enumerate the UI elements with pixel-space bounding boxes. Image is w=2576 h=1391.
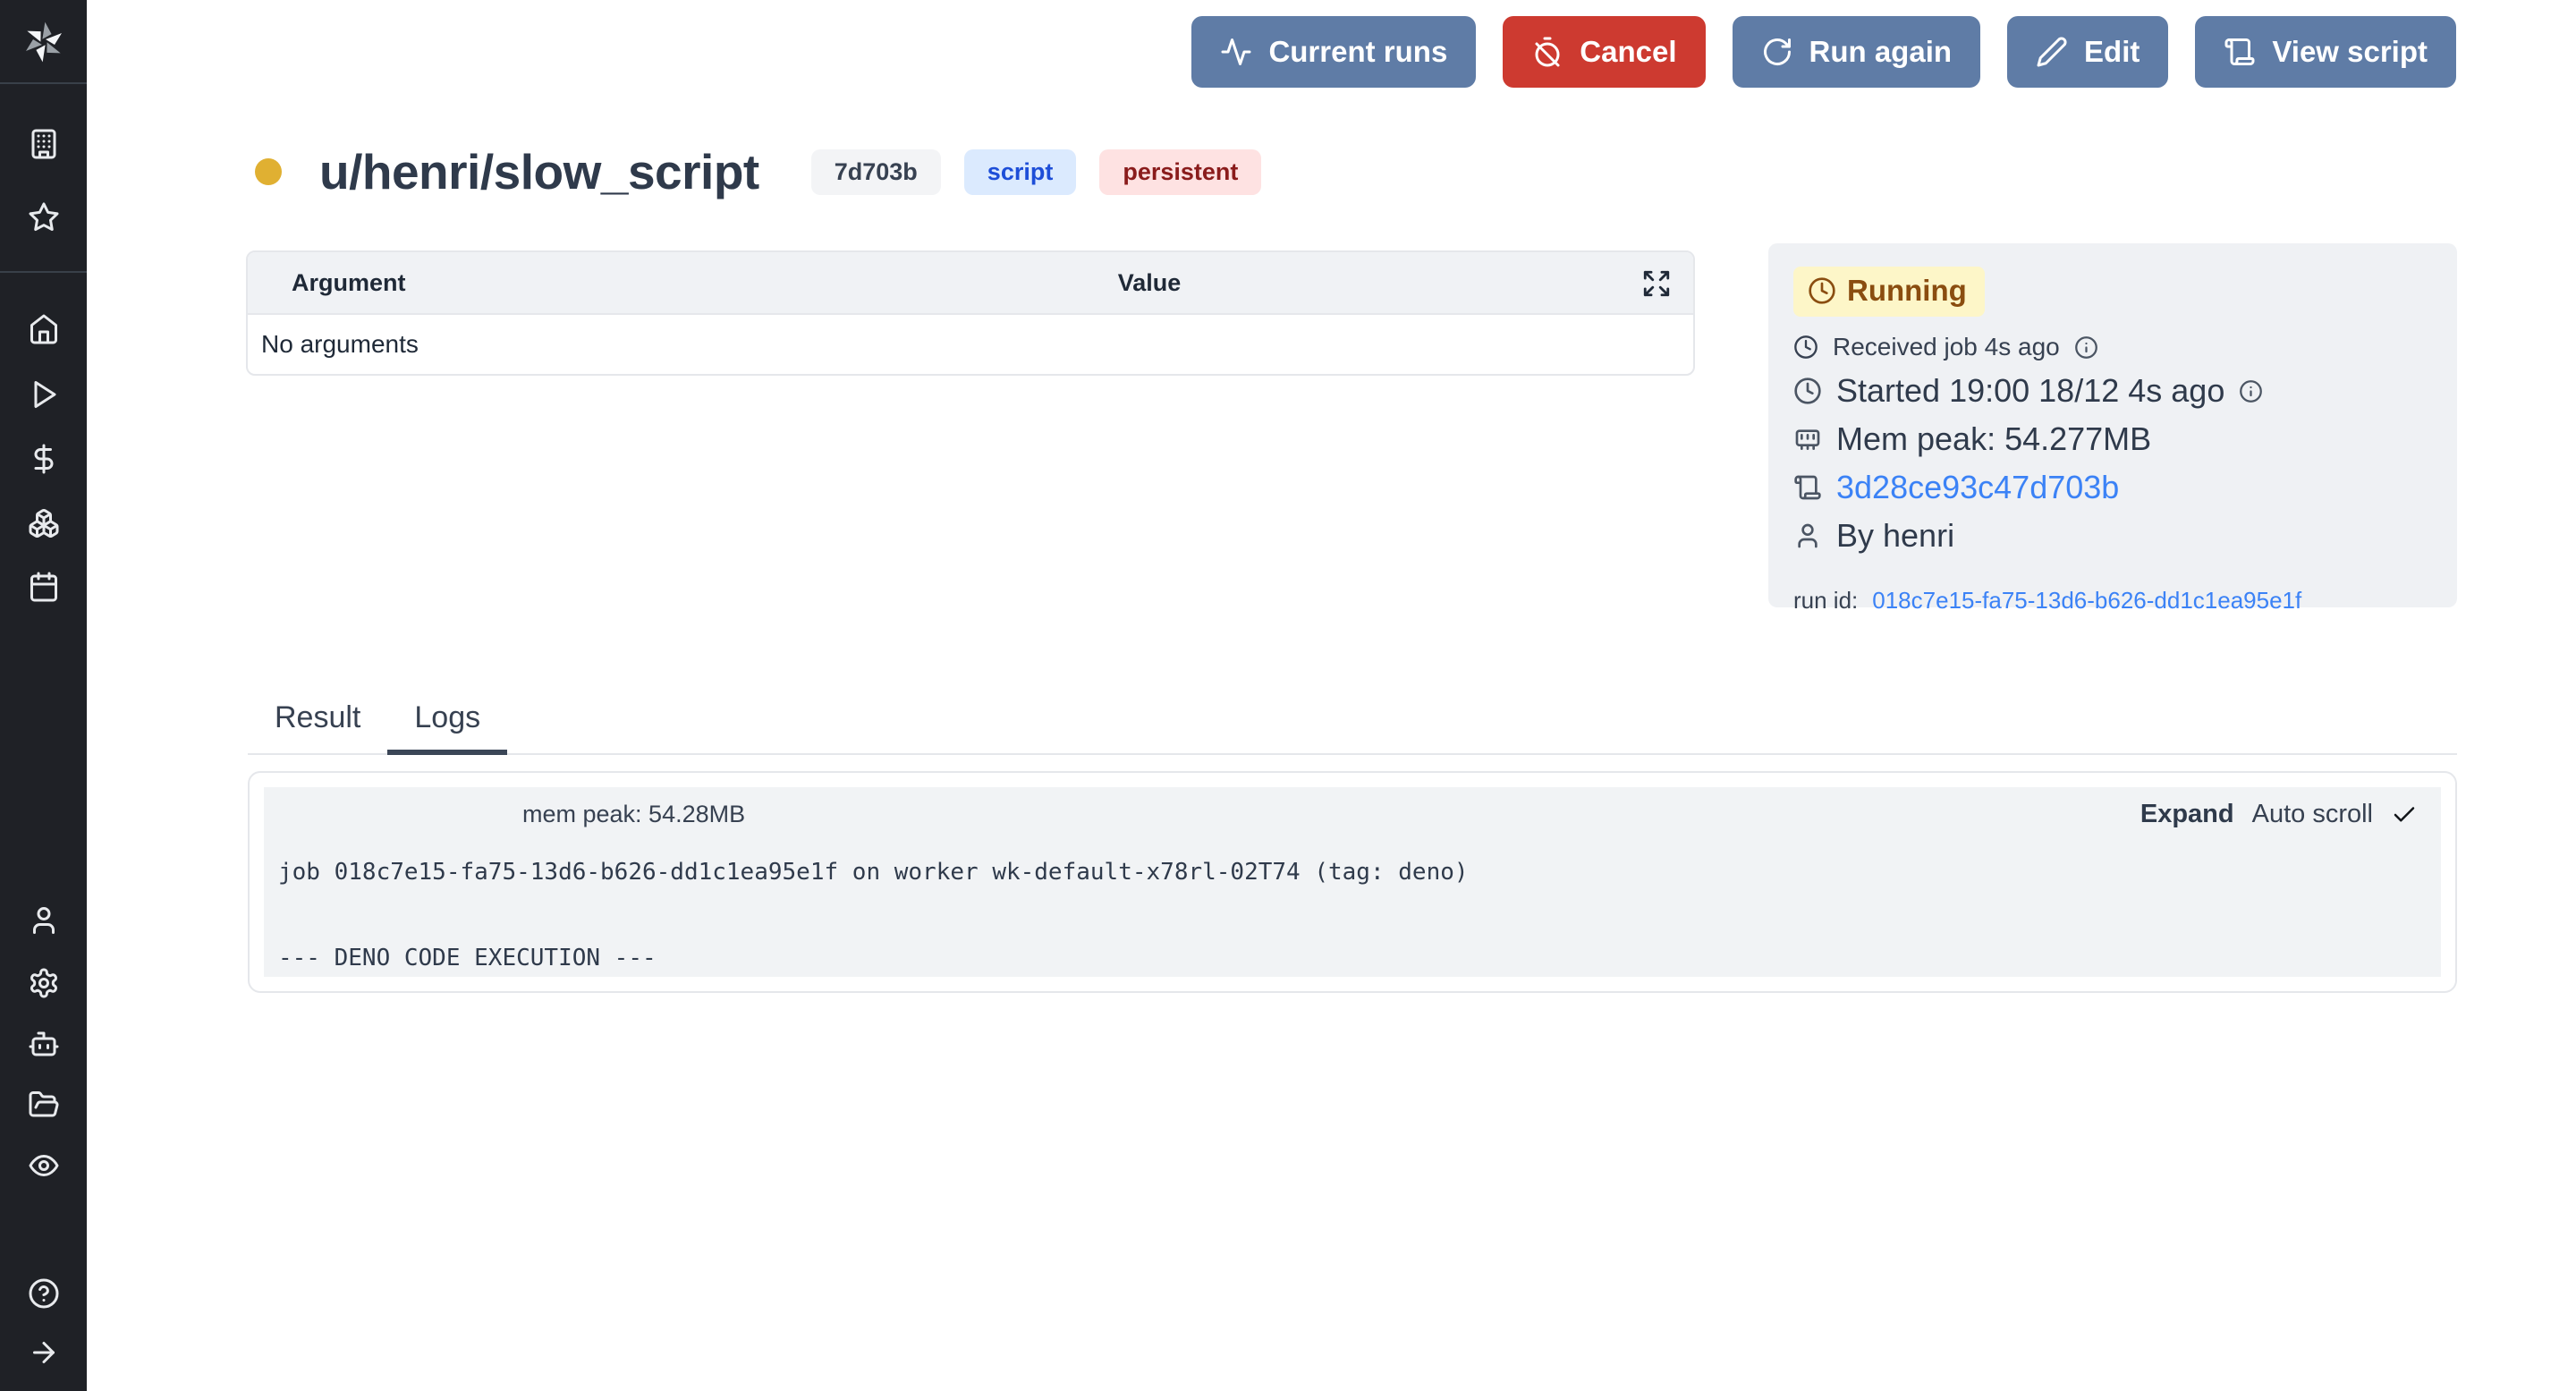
cancel-button[interactable]: Cancel — [1503, 16, 1705, 88]
check-icon[interactable] — [2391, 802, 2418, 828]
author-text: By henri — [1836, 517, 1954, 555]
scroll-icon — [1793, 473, 1822, 502]
run-id-row: run id: 018c7e15-fa75-13d6-b626-dd1c1ea9… — [1793, 587, 2432, 615]
running-status-label: Running — [1847, 274, 1967, 308]
hash-badge: 7d703b — [811, 149, 941, 195]
sidebar — [0, 0, 87, 1391]
arguments-table-header: Argument Value — [248, 252, 1693, 315]
settings-gear-icon[interactable] — [28, 967, 60, 999]
page-title: u/henri/slow_script — [319, 143, 759, 200]
arguments-table: Argument Value No arguments — [246, 250, 1695, 376]
audit-eye-icon[interactable] — [28, 1149, 60, 1182]
logs-autoscroll-label[interactable]: Auto scroll — [2252, 800, 2373, 829]
kind-badge: script — [964, 149, 1077, 195]
favorites-star-icon[interactable] — [28, 201, 60, 233]
view-script-label: View script — [2272, 35, 2428, 69]
run-again-button[interactable]: Run again — [1733, 16, 1981, 88]
run-id-link[interactable]: 018c7e15-fa75-13d6-b626-dd1c1ea95e1f — [1872, 587, 2301, 615]
author-row: By henri — [1793, 517, 2432, 555]
job-title-row: u/henri/slow_script 7d703b script persis… — [255, 143, 1261, 200]
script-hash-link[interactable]: 3d28ce93c47d703b — [1836, 469, 2119, 506]
home-icon[interactable] — [28, 313, 60, 345]
argument-column-header: Argument — [248, 269, 406, 297]
edit-button[interactable]: Edit — [2007, 16, 2168, 88]
workspace-building-icon[interactable] — [28, 128, 60, 160]
user-icon — [1793, 522, 1822, 550]
result-logs-tabs: Result Logs — [248, 693, 2457, 755]
windmill-logo-icon[interactable] — [22, 20, 65, 63]
users-icon[interactable] — [28, 904, 60, 937]
folders-icon[interactable] — [28, 1089, 60, 1121]
pen-icon — [2036, 36, 2068, 68]
mem-peak-text: Mem peak: 54.277MB — [1836, 420, 2151, 458]
cancel-label: Cancel — [1580, 35, 1676, 69]
received-text: Received job 4s ago — [1833, 333, 2060, 361]
timer-off-icon — [1531, 36, 1563, 68]
logs-panel: mem peak: 54.28MB Expand Auto scroll job… — [248, 771, 2457, 993]
refresh-icon — [1761, 36, 1793, 68]
runs-play-icon[interactable] — [28, 378, 60, 411]
tab-logs[interactable]: Logs — [387, 693, 507, 755]
memory-icon — [1793, 425, 1822, 454]
log-output: job 018c7e15-fa75-13d6-b626-dd1c1ea95e1f… — [278, 851, 2441, 977]
script-hash-row: 3d28ce93c47d703b — [1793, 469, 2432, 506]
resources-boxes-icon[interactable] — [28, 507, 60, 539]
clock-icon — [1808, 276, 1836, 305]
scroll-icon — [2224, 36, 2256, 68]
activity-icon — [1220, 36, 1252, 68]
expand-table-button[interactable] — [1641, 267, 1674, 300]
value-column-header: Value — [1118, 269, 1182, 297]
current-runs-button[interactable]: Current runs — [1191, 16, 1476, 88]
run-id-label: run id: — [1793, 587, 1858, 615]
info-icon[interactable] — [2239, 379, 2263, 403]
workers-bot-icon[interactable] — [28, 1028, 60, 1060]
logs-controls: Expand Auto scroll — [2140, 800, 2418, 829]
clock-icon — [1793, 377, 1822, 405]
info-icon[interactable] — [2074, 335, 2098, 360]
started-text: Started 19:00 18/12 4s ago — [1836, 372, 2224, 410]
edit-label: Edit — [2084, 35, 2140, 69]
variables-dollar-icon[interactable] — [28, 443, 60, 475]
table-row: No arguments — [248, 315, 1693, 374]
job-status-panel: Running Received job 4s ago Started 19:0… — [1768, 243, 2457, 607]
mem-peak-row: Mem peak: 54.277MB — [1793, 420, 2432, 458]
persistent-badge: persistent — [1099, 149, 1261, 195]
expand-icon — [1641, 268, 1672, 299]
running-status-badge: Running — [1793, 267, 1985, 317]
received-row: Received job 4s ago — [1793, 333, 2432, 361]
sidebar-divider — [0, 82, 87, 84]
current-runs-label: Current runs — [1268, 35, 1447, 69]
help-icon[interactable] — [28, 1277, 60, 1310]
logs-topbar: mem peak: 54.28MB Expand Auto scroll — [264, 787, 2441, 829]
job-badges: 7d703b script persistent — [811, 149, 1262, 195]
view-script-button[interactable]: View script — [2195, 16, 2456, 88]
action-buttons-row: Current runs Cancel Run again Edit View … — [1191, 16, 2456, 88]
no-arguments-text: No arguments — [261, 330, 419, 359]
logs-expand-button[interactable]: Expand — [2140, 800, 2234, 829]
tab-result[interactable]: Result — [248, 693, 387, 755]
expand-sidebar-arrow-icon[interactable] — [28, 1336, 60, 1369]
status-dot — [255, 158, 282, 185]
logs-viewer: mem peak: 54.28MB Expand Auto scroll job… — [264, 787, 2441, 977]
clock-icon — [1793, 335, 1818, 360]
schedules-calendar-icon[interactable] — [28, 571, 60, 603]
started-row: Started 19:00 18/12 4s ago — [1793, 372, 2432, 410]
run-again-label: Run again — [1809, 35, 1953, 69]
logs-mem-peak-text: mem peak: 54.28MB — [522, 801, 745, 828]
sidebar-divider — [0, 271, 87, 273]
